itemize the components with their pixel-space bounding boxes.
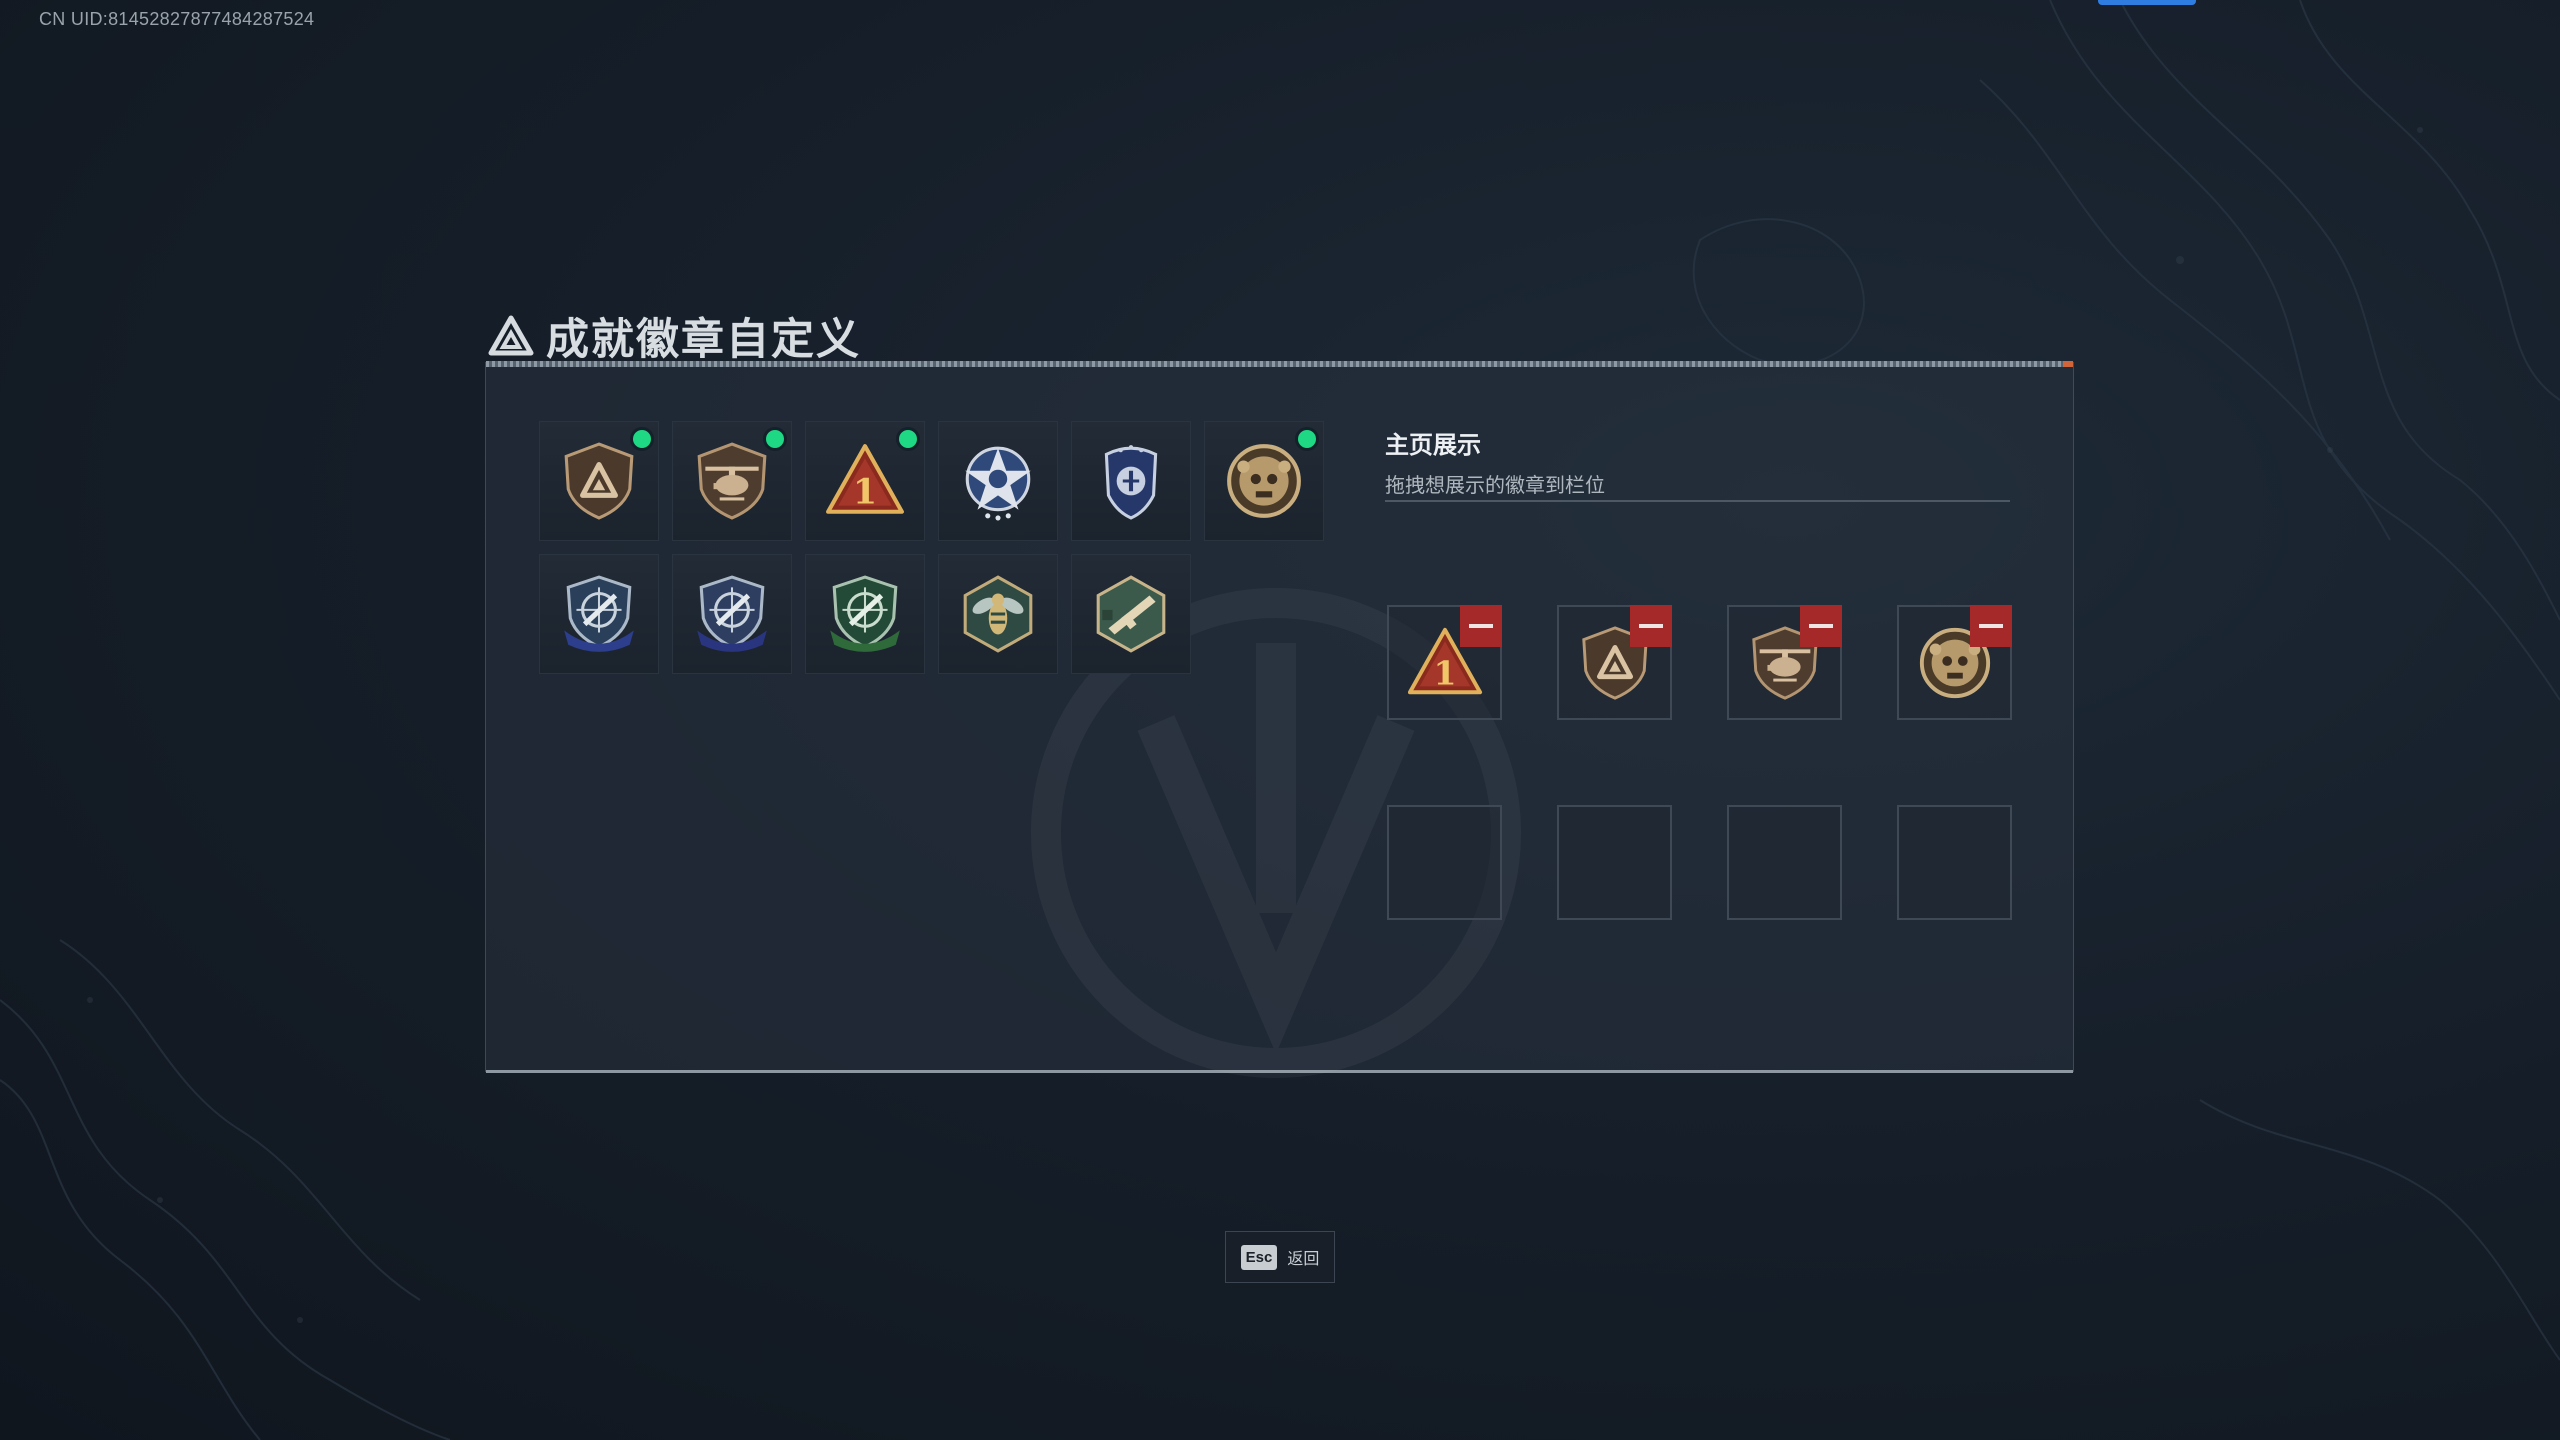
- back-label: 返回: [1287, 1249, 1320, 1268]
- remove-badge-button[interactable]: [1630, 605, 1672, 647]
- selected-indicator-dot: [1298, 430, 1316, 448]
- crosshair-knife-icon: [564, 575, 634, 652]
- shield-triangle-icon: [564, 442, 634, 520]
- minus-icon: [1809, 624, 1833, 628]
- star-medal-icon: [965, 446, 1031, 521]
- badge-customize-panel: 1 主页展示 拖拽想展示的徽章到栏位 1: [485, 361, 2074, 1078]
- skull-medallion-icon: [1227, 444, 1301, 518]
- showcase-slot-3[interactable]: [1727, 605, 1842, 720]
- showcase-slot-5-empty[interactable]: [1387, 805, 1502, 920]
- badge-rifle-hexagon[interactable]: [1071, 554, 1191, 674]
- showcase-slot-8-empty[interactable]: [1897, 805, 2012, 920]
- showcase-title: 主页展示: [1385, 431, 1481, 459]
- crosshair-knife-icon: [697, 575, 767, 652]
- showcase-slot-7-empty[interactable]: [1727, 805, 1842, 920]
- badge-red-triangle-number-one[interactable]: 1: [805, 421, 925, 541]
- remove-badge-button[interactable]: [1800, 605, 1842, 647]
- showcase-slot-4[interactable]: [1897, 605, 2012, 720]
- selected-indicator-dot: [899, 430, 917, 448]
- showcase-slot-2[interactable]: [1557, 605, 1672, 720]
- badge-blue-crosshair-knife-2[interactable]: [672, 554, 792, 674]
- badge-hornet-hexagon[interactable]: [938, 554, 1058, 674]
- showcase-subtitle: 拖拽想展示的徽章到栏位: [1385, 473, 1605, 497]
- crosshair-knife-icon: [830, 575, 900, 652]
- badge-blue-police-shield[interactable]: [1071, 421, 1191, 541]
- police-shield-icon: [1104, 445, 1158, 520]
- rifle-hexagon-icon: [1096, 575, 1166, 653]
- minus-icon: [1469, 624, 1493, 628]
- showcase-divider: [1385, 500, 2010, 502]
- selected-indicator-dot: [766, 430, 784, 448]
- badge-bronze-shield-triangle[interactable]: [539, 421, 659, 541]
- minus-icon: [1979, 624, 2003, 628]
- esc-back-button[interactable]: Esc 返回: [1225, 1231, 1335, 1283]
- badge-silver-star-medal[interactable]: [938, 421, 1058, 541]
- selected-indicator-dot: [633, 430, 651, 448]
- showcase-slot-6-empty[interactable]: [1557, 805, 1672, 920]
- top-accent-tab: [2098, 0, 2196, 5]
- esc-key-label: Esc: [1240, 1244, 1278, 1270]
- badge-gold-skull-medallion[interactable]: [1204, 421, 1324, 541]
- badge-inventory-grid: 1: [539, 421, 1324, 674]
- panel-top-border: [486, 361, 2073, 367]
- remove-badge-button[interactable]: [1970, 605, 2012, 647]
- triangle-a-logo-icon: [486, 311, 536, 361]
- homepage-showcase: 主页展示 拖拽想展示的徽章到栏位 1: [1385, 425, 2012, 920]
- minus-icon: [1639, 624, 1663, 628]
- triangle-number-one-icon: 1: [826, 444, 904, 514]
- showcase-slot-1[interactable]: 1: [1387, 605, 1502, 720]
- remove-badge-button[interactable]: [1460, 605, 1502, 647]
- showcase-slot-grid: 1: [1387, 605, 2012, 920]
- svg-text:1: 1: [853, 472, 877, 513]
- user-uid: CN UID:81452827877484287524: [39, 9, 315, 29]
- svg-text:1: 1: [1433, 653, 1456, 692]
- page-title-row: 成就徽章自定义: [486, 300, 861, 365]
- hornet-hexagon-icon: [963, 575, 1033, 653]
- badge-green-crosshair-knife[interactable]: [805, 554, 925, 674]
- badge-blue-crosshair-knife[interactable]: [539, 554, 659, 674]
- page-title: 成就徽章自定义: [546, 315, 861, 365]
- badge-helicopter-shield[interactable]: [672, 421, 792, 541]
- helicopter-shield-icon: [697, 442, 767, 520]
